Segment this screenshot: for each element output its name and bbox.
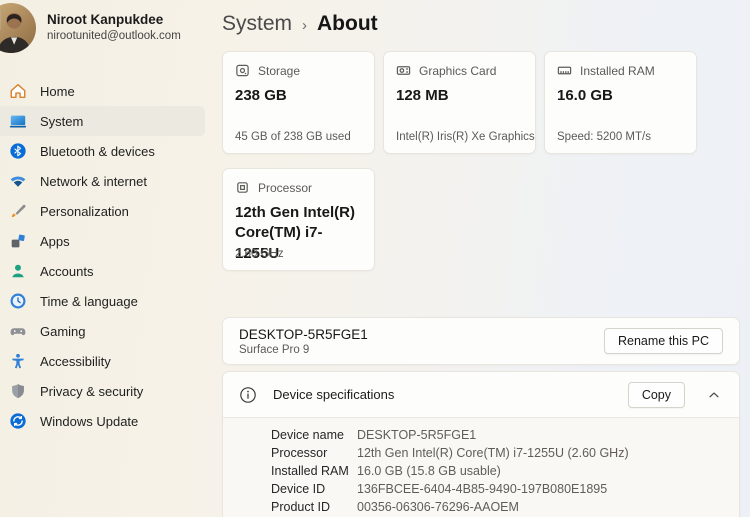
main-content: System › About Storage 238 GB 45 GB of 2… bbox=[210, 0, 750, 517]
user-info: Niroot Kanpukdee nirootunited@outlook.co… bbox=[47, 12, 181, 44]
sidebar-item-label: Bluetooth & devices bbox=[40, 143, 155, 159]
chevron-up-icon bbox=[707, 388, 721, 402]
breadcrumb: System › About bbox=[222, 12, 740, 36]
breadcrumb-chevron-icon: › bbox=[302, 17, 308, 34]
spec-row-processor: Processor 12th Gen Intel(R) Core(TM) i7-… bbox=[271, 444, 725, 462]
sidebar-item-label: Accounts bbox=[40, 263, 94, 279]
user-account[interactable]: Niroot Kanpukdee nirootunited@outlook.co… bbox=[0, 3, 210, 53]
spec-label: Device ID bbox=[271, 482, 326, 496]
sidebar-item-home[interactable]: Home bbox=[0, 76, 205, 106]
spec-row-device-name: Device name DESKTOP-5R5FGE1 bbox=[271, 426, 725, 444]
home-icon bbox=[9, 82, 27, 100]
info-card-storage: Storage 238 GB 45 GB of 238 GB used bbox=[222, 51, 375, 154]
time-icon bbox=[9, 292, 27, 310]
sidebar-nav: Home System Bluetooth & devices Network … bbox=[0, 76, 210, 436]
spec-label: Installed RAM bbox=[271, 464, 349, 478]
device-specifications-title: Device specifications bbox=[273, 387, 395, 402]
user-email: nirootunited@outlook.com bbox=[47, 29, 181, 42]
rename-pc-button[interactable]: Rename this PC bbox=[603, 328, 723, 354]
spec-value: 136FBCEE-6404-4B85-9490-197B080E1895 bbox=[357, 482, 608, 496]
device-identity: DESKTOP-5R5FGE1 Surface Pro 9 bbox=[239, 326, 368, 356]
accounts-icon bbox=[9, 262, 27, 280]
sidebar-item-network-internet[interactable]: Network & internet bbox=[0, 166, 205, 196]
network-icon bbox=[9, 172, 27, 190]
accessibility-icon bbox=[9, 352, 27, 370]
info-card-graphics-card: Graphics Card 128 MB Intel(R) Iris(R) Xe… bbox=[383, 51, 536, 154]
gpu-icon bbox=[396, 63, 411, 78]
settings-window: Niroot Kanpukdee nirootunited@outlook.co… bbox=[0, 0, 750, 517]
system-icon bbox=[9, 112, 27, 130]
sidebar-item-label: Accessibility bbox=[40, 353, 111, 369]
sidebar-item-label: Windows Update bbox=[40, 413, 139, 429]
card-value: 128 MB bbox=[396, 87, 449, 104]
spec-row-installed-ram: Installed RAM 16.0 GB (15.8 GB usable) bbox=[271, 462, 725, 480]
device-name: DESKTOP-5R5FGE1 bbox=[239, 327, 368, 343]
card-value: 238 GB bbox=[235, 87, 287, 104]
device-specifications-table: Device name DESKTOP-5R5FGE1 Processor 12… bbox=[223, 417, 739, 517]
sidebar-item-label: Home bbox=[40, 83, 75, 99]
info-cards: Storage 238 GB 45 GB of 238 GB used Grap… bbox=[222, 51, 697, 271]
windows-update-icon bbox=[9, 412, 27, 430]
sidebar-item-windows-update[interactable]: Windows Update bbox=[0, 406, 205, 436]
card-label: Storage bbox=[258, 63, 301, 78]
card-value: 16.0 GB bbox=[557, 87, 613, 104]
sidebar: Niroot Kanpukdee nirootunited@outlook.co… bbox=[0, 0, 210, 517]
spec-value: 00356-06306-76296-AAOEM bbox=[357, 500, 519, 514]
card-label: Processor bbox=[258, 180, 313, 195]
info-icon bbox=[239, 386, 257, 404]
sidebar-item-label: Gaming bbox=[40, 323, 86, 339]
page-title: About bbox=[317, 12, 378, 35]
spec-value: 16.0 GB (15.8 GB usable) bbox=[357, 464, 501, 478]
collapse-button[interactable] bbox=[701, 382, 727, 408]
sidebar-item-bluetooth-devices[interactable]: Bluetooth & devices bbox=[0, 136, 205, 166]
storage-icon bbox=[235, 63, 250, 78]
sidebar-item-label: Personalization bbox=[40, 203, 129, 219]
card-label: Installed RAM bbox=[580, 63, 655, 78]
sidebar-item-privacy-security[interactable]: Privacy & security bbox=[0, 376, 205, 406]
sidebar-item-system[interactable]: System bbox=[0, 106, 205, 136]
spec-value: 12th Gen Intel(R) Core(TM) i7-1255U (2.6… bbox=[357, 446, 629, 460]
card-footer: 45 GB of 238 GB used bbox=[235, 131, 351, 143]
user-name: Niroot Kanpukdee bbox=[47, 12, 164, 28]
personalization-icon bbox=[9, 202, 27, 220]
sidebar-item-personalization[interactable]: Personalization bbox=[0, 196, 205, 226]
user-avatar bbox=[0, 3, 36, 53]
sidebar-item-label: Network & internet bbox=[40, 173, 147, 189]
info-card-installed-ram: Installed RAM 16.0 GB Speed: 5200 MT/s bbox=[544, 51, 697, 154]
copy-button[interactable]: Copy bbox=[627, 381, 685, 408]
device-specifications-header[interactable]: Device specifications Copy bbox=[223, 372, 739, 417]
device-model: Surface Pro 9 bbox=[239, 343, 310, 356]
spec-label: Device name bbox=[271, 428, 344, 442]
device-specifications-expander: Device specifications Copy Device name D… bbox=[222, 371, 740, 517]
sidebar-item-label: Apps bbox=[40, 233, 70, 249]
sidebar-item-gaming[interactable]: Gaming bbox=[0, 316, 205, 346]
cpu-icon bbox=[235, 180, 250, 195]
sidebar-item-label: Privacy & security bbox=[40, 383, 144, 399]
privacy-icon bbox=[9, 382, 27, 400]
card-label: Graphics Card bbox=[419, 63, 497, 78]
card-footer: 2.60 GHz bbox=[235, 248, 284, 260]
spec-label: Product ID bbox=[271, 500, 331, 514]
sidebar-item-label: System bbox=[40, 113, 84, 129]
card-footer: Intel(R) Iris(R) Xe Graphics bbox=[396, 131, 535, 143]
sidebar-item-time-language[interactable]: Time & language bbox=[0, 286, 205, 316]
apps-icon bbox=[9, 232, 27, 250]
spec-value: DESKTOP-5R5FGE1 bbox=[357, 428, 477, 442]
info-card-processor: Processor 12th Gen Intel(R) Core(TM) i7-… bbox=[222, 168, 375, 271]
spec-row-device-id: Device ID 136FBCEE-6404-4B85-9490-197B08… bbox=[271, 480, 725, 498]
gaming-icon bbox=[9, 322, 27, 340]
bluetooth-icon bbox=[9, 142, 27, 160]
spec-label: Processor bbox=[271, 446, 328, 460]
spec-row-product-id: Product ID 00356-06306-76296-AAOEM bbox=[271, 498, 725, 516]
sidebar-item-label: Time & language bbox=[40, 293, 138, 309]
sidebar-item-accounts[interactable]: Accounts bbox=[0, 256, 205, 286]
ram-icon bbox=[557, 63, 572, 78]
card-footer: Speed: 5200 MT/s bbox=[557, 131, 651, 143]
sidebar-item-accessibility[interactable]: Accessibility bbox=[0, 346, 205, 376]
breadcrumb-system[interactable]: System bbox=[222, 12, 292, 36]
device-name-card: DESKTOP-5R5FGE1 Surface Pro 9 Rename thi… bbox=[222, 317, 740, 365]
sidebar-item-apps[interactable]: Apps bbox=[0, 226, 205, 256]
